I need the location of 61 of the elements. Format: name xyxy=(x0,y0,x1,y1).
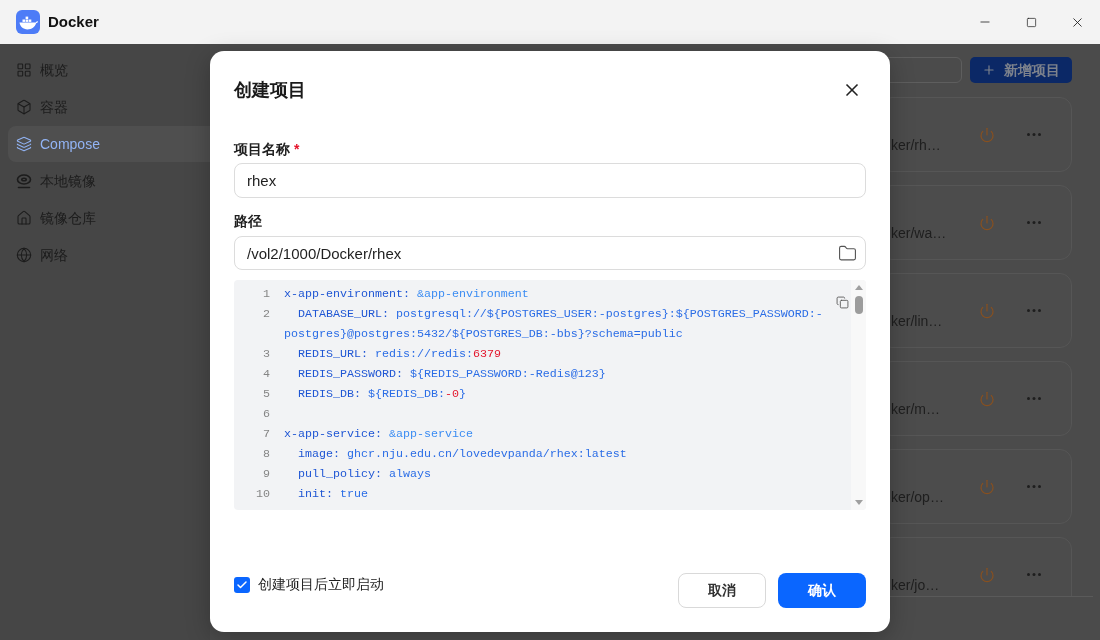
line-number: 10 xyxy=(255,486,270,503)
line-number: 2 xyxy=(262,306,270,323)
power-icon xyxy=(978,302,995,319)
line-number: 8 xyxy=(262,446,270,463)
power-icon xyxy=(978,390,995,407)
more-icon xyxy=(1026,397,1041,400)
disc-icon xyxy=(16,173,32,189)
dialog-title: 创建项目 xyxy=(234,78,306,102)
maximize-icon xyxy=(1025,16,1037,28)
more-icon xyxy=(1026,221,1041,224)
line-number: 9 xyxy=(262,466,270,483)
field-label: 路径 xyxy=(234,211,262,231)
more-icon xyxy=(1026,573,1041,576)
field-label: 项目名称 xyxy=(234,139,290,159)
code-editor[interactable] xyxy=(234,280,866,510)
copy-button[interactable] xyxy=(835,295,849,309)
line-number: 7 xyxy=(262,426,270,443)
code-line: REDIS_URL: redis://redis:6379 xyxy=(297,346,502,363)
plus-icon xyxy=(982,63,996,77)
code-line: x-app-service: &app-service xyxy=(284,426,474,443)
power-icon xyxy=(978,478,995,495)
sidebar-item[interactable]: Compose xyxy=(8,126,210,162)
line-number: 1 xyxy=(262,286,270,303)
code-line: image: ghcr.nju.edu.cn/lovedevpanda/rhex:latest xyxy=(297,446,628,463)
power-icon xyxy=(978,126,995,143)
scrollbar-track[interactable] xyxy=(851,280,866,510)
more-icon xyxy=(1026,309,1041,312)
power-icon xyxy=(978,566,995,583)
line-number: 3 xyxy=(262,346,270,363)
code-line: REDIS_PASSWORD: ${REDIS_PASSWORD:-Redis@123} xyxy=(297,366,607,383)
power-icon xyxy=(978,214,995,231)
globe-icon xyxy=(16,247,32,263)
more-icon xyxy=(1026,485,1041,488)
layers-icon xyxy=(16,136,32,152)
copy-icon xyxy=(835,295,849,309)
scroll-down-icon[interactable] xyxy=(854,500,863,505)
scrollbar-thumb[interactable] xyxy=(854,296,863,314)
line-number: 4 xyxy=(262,366,270,383)
code-line: init: true xyxy=(297,486,369,503)
checkbox-label: 创建项目后立即启动 xyxy=(258,575,384,594)
window-title: Docker xyxy=(48,11,99,32)
folder-icon xyxy=(837,243,857,263)
cancel-button[interactable]: 取消 xyxy=(678,573,766,608)
name-input[interactable]: rhex xyxy=(234,163,866,198)
start-checkbox[interactable] xyxy=(234,576,250,593)
grid-icon xyxy=(16,62,32,78)
code-line: pull_policy: always xyxy=(297,466,432,483)
confirm-button[interactable]: 确认 xyxy=(778,573,866,608)
add-project-button[interactable]: 新增项目 xyxy=(970,57,1072,83)
code-line: REDIS_DB: ${REDIS_DB:-0} xyxy=(297,386,467,403)
app-logo-icon xyxy=(16,10,40,34)
house-icon xyxy=(16,210,32,226)
check-icon xyxy=(236,578,248,591)
scroll-up-icon[interactable] xyxy=(854,285,863,290)
path-input[interactable]: /vol2/1000/Docker/rhex xyxy=(234,236,866,270)
line-number: 5 xyxy=(262,386,270,403)
line-number: 6 xyxy=(262,406,270,423)
cube-icon xyxy=(16,99,32,115)
code-line: x-app-environment: &app-environment xyxy=(284,286,530,303)
more-icon xyxy=(1026,133,1041,136)
required-mark: * xyxy=(294,139,300,159)
